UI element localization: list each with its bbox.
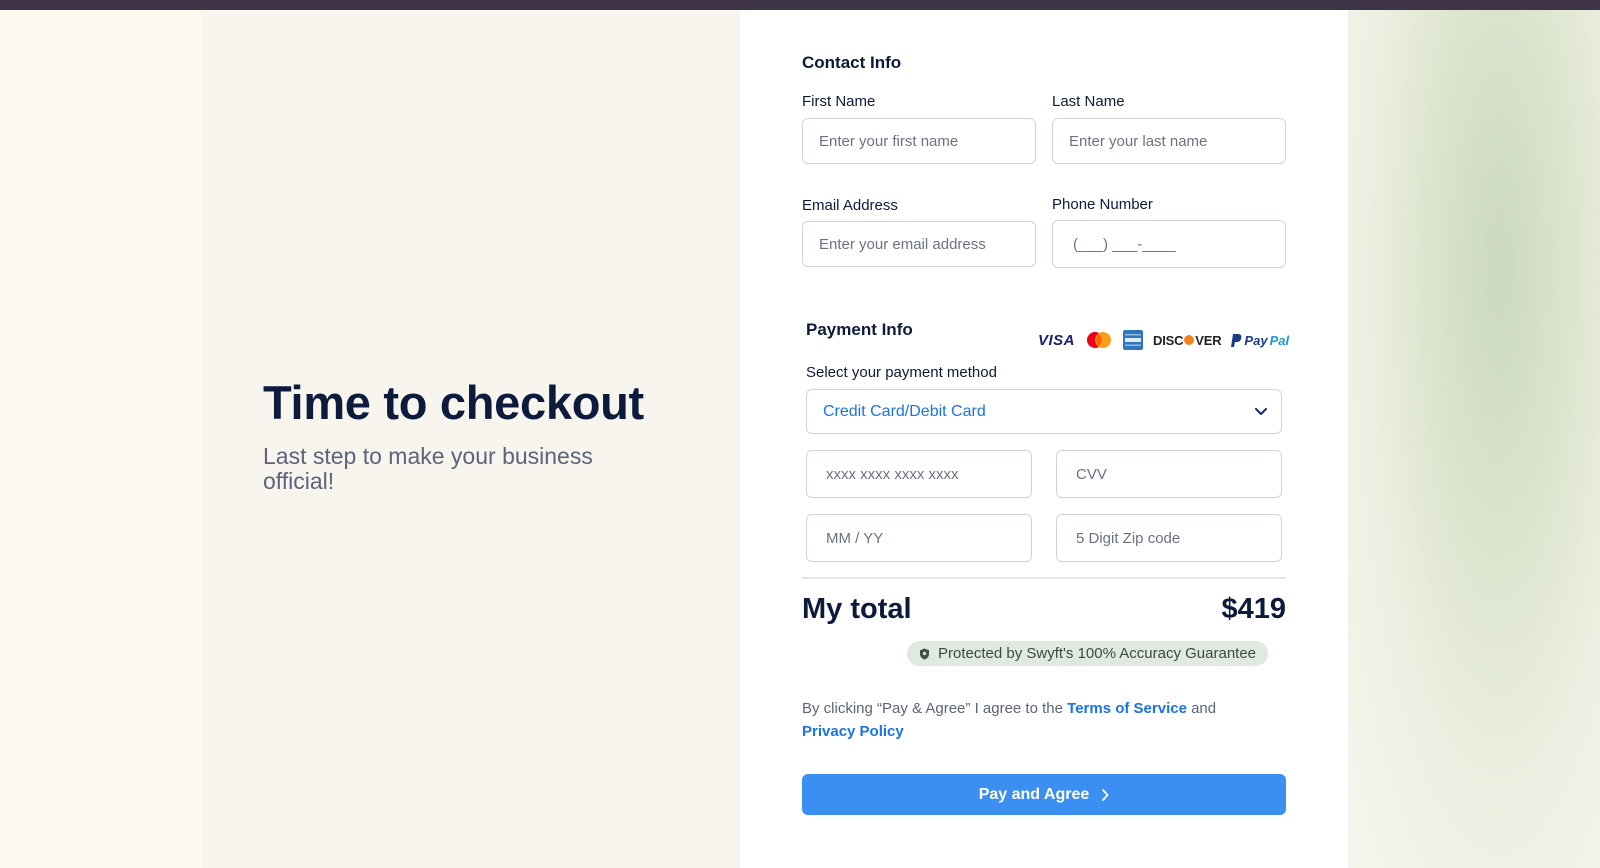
paypal-logo: Pay Pal [1231,333,1289,348]
guarantee-badge: Protected by Swyft's 100% Accuracy Guara… [907,641,1269,666]
chevron-down-icon [1255,407,1267,415]
visa-logo: VISA [1038,331,1076,349]
amex-logo [1123,330,1144,350]
legal-middle: and [1186,700,1217,717]
legal-prefix: By clicking “Pay & Agree” I agree to the [802,700,1068,717]
card-number-field[interactable] [806,450,1032,498]
decorative-background [1348,10,1600,868]
pay-and-agree-label: Pay and Agree [978,785,1090,803]
phone-label: Phone Number [1052,196,1153,213]
first-name-label: First Name [802,93,876,110]
top-bar [0,0,1600,10]
hero-panel: Time to checkout Last step to make your … [202,10,740,868]
divider [802,577,1286,579]
mastercard-logo [1085,331,1113,349]
cvv-field[interactable] [1056,450,1282,498]
phone-field[interactable] [1052,220,1286,268]
checkout-form: Contact Info First Name Last Name Email … [740,10,1348,868]
pay-and-agree-button[interactable]: Pay and Agree [802,774,1286,815]
expiry-field[interactable] [806,514,1032,562]
total-label: My total [802,593,912,625]
paypal-mark-icon [1231,333,1242,347]
terms-of-service-link[interactable]: Terms of Service [1067,700,1187,717]
paypal-text-pay: Pay [1244,332,1268,348]
chevron-right-icon [1102,788,1109,801]
shield-icon [920,648,929,659]
page-subtitle: Last step to make your business official… [263,443,593,494]
guarantee-text: Protected by Swyft's 100% Accuracy Guara… [938,645,1257,662]
email-label: Email Address [802,197,898,214]
payment-method-label: Select your payment method [806,364,997,381]
discover-text-start: DISC [1153,332,1184,348]
total-amount: $419 [1221,593,1286,625]
page-title: Time to checkout [263,376,644,429]
email-field[interactable] [802,221,1036,267]
payment-method-value: Credit Card/Debit Card [823,402,986,420]
last-name-label: Last Name [1052,93,1125,110]
last-name-field[interactable] [1052,118,1286,164]
zip-code-field[interactable] [1056,514,1282,562]
discover-dot-icon [1184,335,1195,345]
paypal-text-pal: Pal [1269,332,1290,348]
payment-logos: VISA DISC VER Pay Pal [1038,328,1289,352]
privacy-policy-link[interactable]: Privacy Policy [802,723,904,740]
contact-info-heading: Contact Info [802,53,902,72]
first-name-field[interactable] [802,118,1036,164]
payment-info-heading: Payment Info [806,320,913,339]
discover-logo: DISC VER [1153,332,1222,348]
payment-method-select[interactable]: Credit Card/Debit Card [806,389,1282,434]
discover-text-end: VER [1195,332,1222,348]
legal-notice: By clicking “Pay & Agree” I agree to the… [802,697,1272,743]
